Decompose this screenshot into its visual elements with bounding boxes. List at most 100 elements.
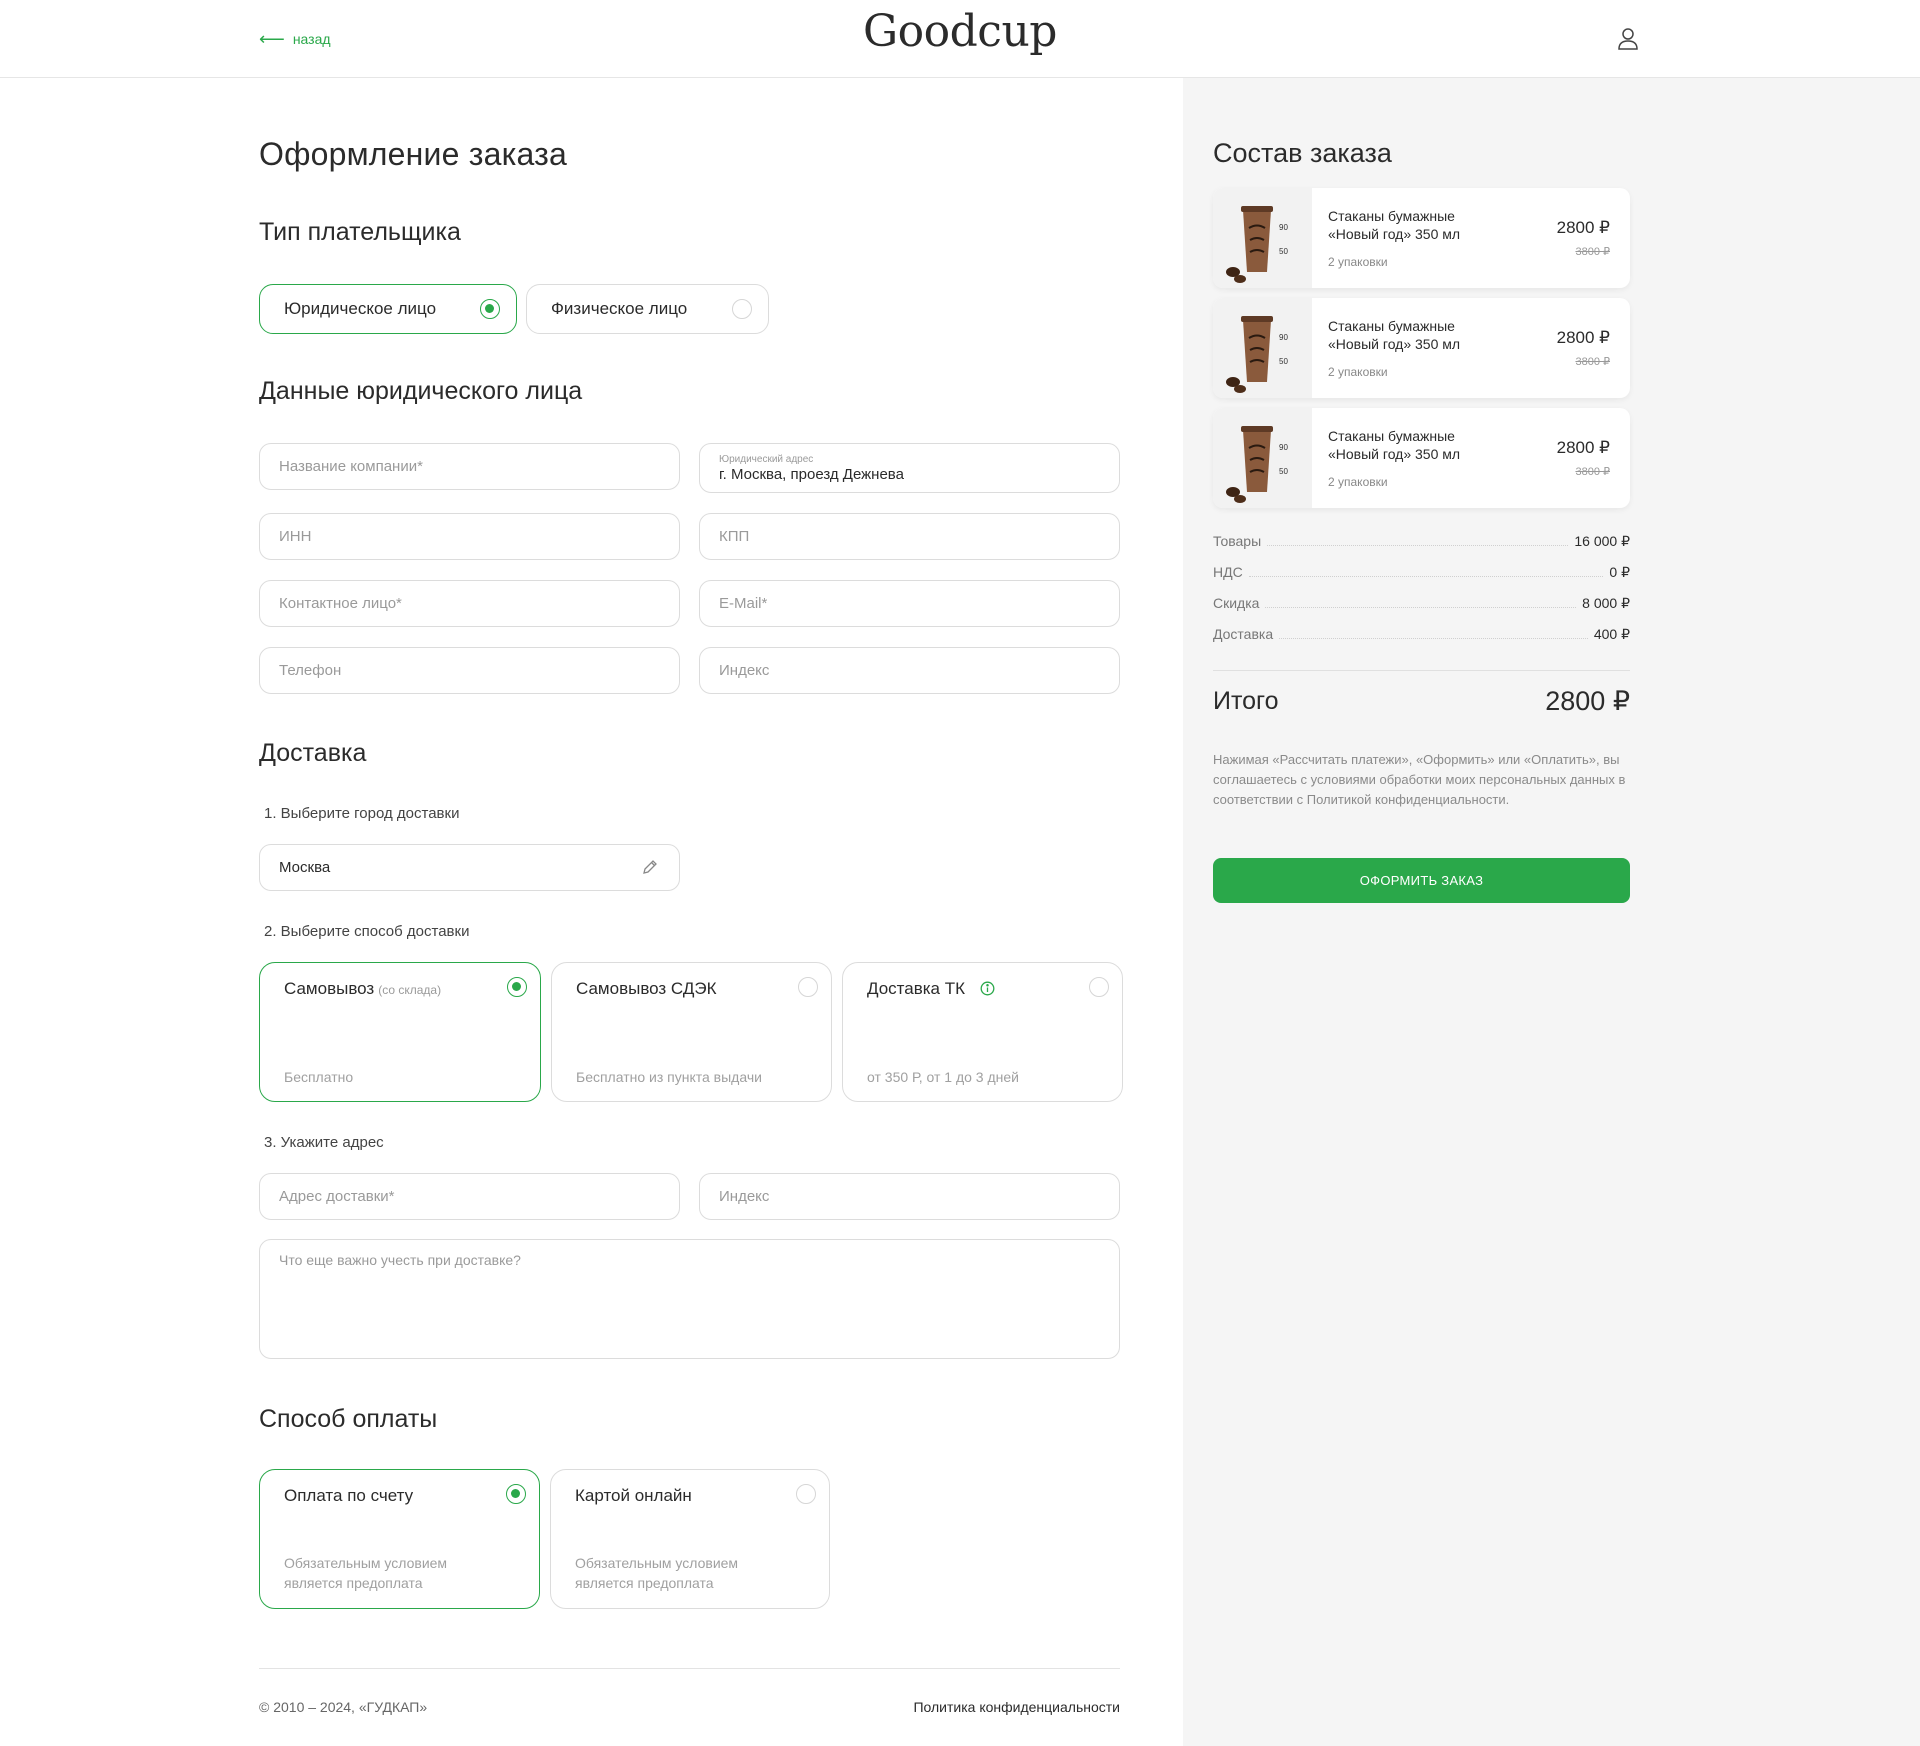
payment-method-desc-line: является предоплата (575, 1575, 714, 1591)
svg-text:50: 50 (1279, 247, 1288, 256)
email-field[interactable]: E-Mail* (699, 580, 1120, 627)
legal-address-label: Юридический адрес (719, 454, 814, 465)
legal-address-value: г. Москва, проезд Дежнева (719, 466, 904, 483)
delivery-index-field[interactable]: Индекс (699, 1173, 1120, 1220)
total-label: Итого (1213, 687, 1279, 715)
delivery-step-2: 2. Выберите способ доставки (264, 923, 470, 940)
radio-selected[interactable] (506, 1484, 526, 1504)
delivery-method-pickup[interactable]: Самовывоз (со склада) Бесплатно (259, 962, 541, 1102)
payer-option-legal[interactable]: Юридическое лицо (259, 284, 517, 334)
payment-heading: Способ оплаты (259, 1405, 438, 1433)
summary-dots (1267, 545, 1569, 546)
paper-cup-icon: 90 50 (1226, 316, 1288, 393)
radio-selected[interactable] (507, 977, 527, 997)
order-item[interactable]: 90 50 Стаканы бумажные «Новый год» 350 м… (1213, 188, 1630, 288)
payer-option-label: Юридическое лицо (284, 299, 437, 318)
payment-method-card[interactable]: Картой онлайн Обязательным условием явля… (550, 1469, 830, 1609)
payer-option-individual[interactable]: Физическое лицо (526, 284, 769, 334)
order-item[interactable]: 90 50 Стаканы бумажные «Новый год» 350 м… (1213, 408, 1630, 508)
email-placeholder: E-Mail* (719, 595, 768, 612)
delivery-comment-textarea[interactable]: Что еще важно учесть при доставке? (259, 1239, 1120, 1359)
order-title: Состав заказа (1213, 138, 1392, 168)
payment-method-desc-line: Обязательным условием (575, 1555, 739, 1571)
delivery-method-title: Доставка ТК (867, 979, 995, 999)
item-name: Стаканы бумажные «Новый год» 350 мл (1328, 428, 1461, 462)
item-name: Стаканы бумажные «Новый год» 350 мл (1328, 208, 1461, 242)
delivery-comment-placeholder: Что еще важно учесть при доставке? (279, 1252, 521, 1268)
paper-cup-icon: 90 50 (1226, 206, 1288, 283)
svg-text:90: 90 (1279, 333, 1288, 342)
city-field[interactable]: Москва (259, 844, 680, 891)
delivery-method-desc: от 350 Р, от 1 до 3 дней (867, 1069, 1019, 1085)
delivery-heading: Доставка (259, 739, 367, 767)
summary-row-vat: НДС 0 ₽ (1213, 564, 1630, 584)
city-value: Москва (279, 859, 331, 876)
delivery-method-desc: Бесплатно (284, 1069, 354, 1085)
summary-label: НДС (1213, 564, 1243, 580)
payment-method-title: Оплата по счету (284, 1486, 414, 1505)
kpp-field[interactable]: КПП (699, 513, 1120, 560)
delivery-method-tk[interactable]: Доставка ТК от 350 Р, от 1 до 3 дней (842, 962, 1123, 1102)
radio-unselected[interactable] (796, 1484, 816, 1504)
inn-field[interactable]: ИНН (259, 513, 680, 560)
contact-person-field[interactable]: Контактное лицо* (259, 580, 680, 627)
payer-option-label: Физическое лицо (551, 299, 688, 318)
summary-dots (1279, 638, 1588, 639)
item-old-price: 3800 ₽ (1575, 356, 1610, 368)
item-old-price: 3800 ₽ (1575, 466, 1610, 478)
pencil-icon[interactable] (641, 858, 659, 876)
user-icon[interactable] (1617, 27, 1639, 51)
delivery-method-note: (со склада) (378, 983, 442, 997)
delivery-step-1: 1. Выберите город доставки (264, 805, 460, 822)
privacy-policy-link[interactable]: Политика конфиденциальности (884, 1699, 1120, 1715)
item-old-price: 3800 ₽ (1575, 246, 1610, 258)
order-item[interactable]: 90 50 Стаканы бумажные «Новый год» 350 м… (1213, 298, 1630, 398)
delivery-index-placeholder: Индекс (719, 1188, 770, 1205)
item-price: 2800 ₽ (1556, 438, 1610, 457)
svg-text:50: 50 (1279, 357, 1288, 366)
legal-entity-heading: Данные юридического лица (259, 377, 583, 405)
delivery-method-cdek[interactable]: Самовывоз СДЭК Бесплатно из пункта выдач… (551, 962, 832, 1102)
company-name-field[interactable]: Название компании* (259, 443, 680, 490)
product-image: 90 50 (1213, 188, 1312, 288)
item-qty: 2 упаковки (1328, 475, 1388, 489)
radio-unselected[interactable] (798, 977, 818, 997)
postal-index-field[interactable]: Индекс (699, 647, 1120, 694)
summary-label: Товары (1213, 533, 1262, 549)
payment-method-desc: Обязательным условием является предоплат… (575, 1553, 738, 1593)
delivery-method-desc: Бесплатно из пункта выдачи (576, 1069, 762, 1085)
radio-unselected[interactable] (1089, 977, 1109, 997)
page-title: Оформление заказа (259, 136, 567, 172)
item-price: 2800 ₽ (1556, 218, 1610, 237)
delivery-method-title: Самовывоз (со склада) (284, 979, 441, 999)
summary-value: 400 ₽ (1593, 626, 1630, 642)
info-icon[interactable] (980, 981, 995, 996)
product-image: 90 50 (1213, 408, 1312, 508)
consent-text: Нажимая «Рассчитать платежи», «Оформить»… (1213, 752, 1626, 807)
summary-row-discount: Скидка 8 000 ₽ (1213, 595, 1630, 615)
summary-value: 8 000 ₽ (1582, 595, 1630, 611)
radio-unselected[interactable] (732, 299, 752, 319)
delivery-step-3: 3. Укажите адрес (264, 1134, 384, 1151)
paper-cup-icon: 90 50 (1226, 426, 1288, 503)
contact-placeholder: Контактное лицо* (279, 595, 402, 612)
header: ⟵ назад Goodcup (0, 0, 1920, 78)
payment-method-invoice[interactable]: Оплата по счету Обязательным условием яв… (259, 1469, 540, 1609)
legal-address-field[interactable]: Юридический адрес г. Москва, проезд Дежн… (699, 443, 1120, 493)
summary-label: Доставка (1213, 626, 1274, 642)
phone-field[interactable]: Телефон (259, 647, 680, 694)
submit-order-button[interactable]: ОФОРМИТЬ ЗАКАЗ (1213, 858, 1630, 903)
delivery-address-field[interactable]: Адрес доставки* (259, 1173, 680, 1220)
svg-text:90: 90 (1279, 223, 1288, 232)
payer-type-heading: Тип плательщика (259, 218, 461, 246)
delivery-method-title-text: Доставка ТК (867, 979, 966, 998)
index-placeholder: Индекс (719, 662, 770, 679)
phone-placeholder: Телефон (279, 662, 342, 679)
payment-method-desc-line: является предоплата (284, 1575, 423, 1591)
radio-selected[interactable] (480, 299, 500, 319)
summary-value: 16 000 ₽ (1574, 533, 1630, 549)
item-qty: 2 упаковки (1328, 365, 1388, 379)
payment-method-desc-line: Обязательным условием (284, 1555, 448, 1571)
company-name-placeholder: Название компании* (279, 458, 423, 475)
summary-row-delivery: Доставка 400 ₽ (1213, 626, 1630, 646)
